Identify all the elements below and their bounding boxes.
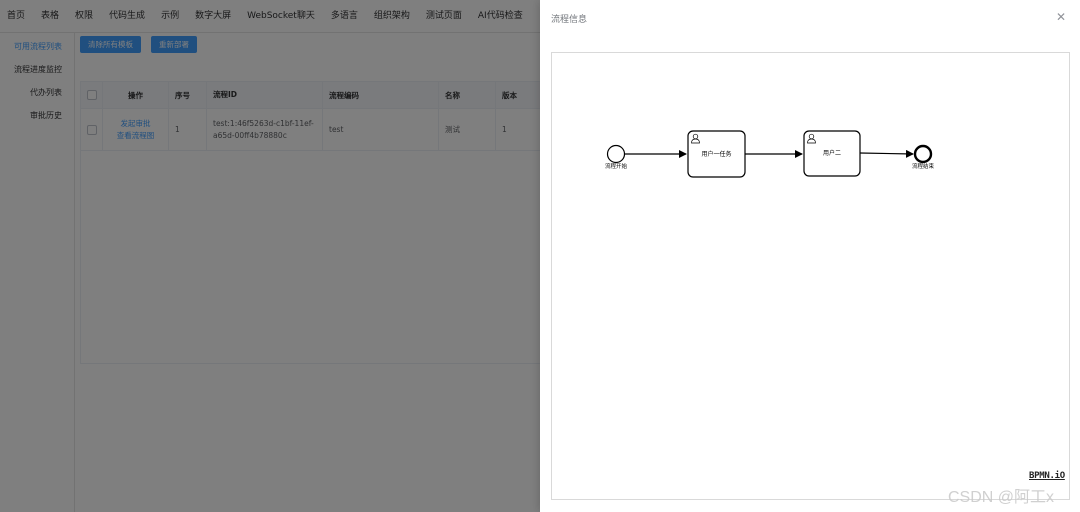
start-event-label: 流程开始 <box>605 162 628 170</box>
drawer-title: 流程信息 <box>551 15 588 25</box>
end-event-label: 流程结束 <box>912 162 935 170</box>
user-task-2-label: 用户二 <box>823 149 841 157</box>
close-icon[interactable]: ✕ <box>1055 11 1067 23</box>
user-task-1-label: 用户一任务 <box>701 150 731 158</box>
bpmn-diagram: 流程开始 用户一任务 用户二 流程结束 <box>605 130 935 178</box>
watermark: CSDN @阿工x <box>948 489 1055 506</box>
bpmn-canvas[interactable]: 流程开始 用户一任务 用户二 流程结束 BPMN.iO <box>551 52 1070 500</box>
sequence-flow-task2-end <box>859 149 914 158</box>
bpmn-io-logo[interactable]: BPMN.iO <box>1029 471 1065 481</box>
end-event <box>913 144 933 164</box>
flow-info-drawer: 流程信息 ✕ 流程开始 用户一任务 用户二 流程结束 BPMN.iO <box>540 0 1080 512</box>
start-event <box>606 144 626 164</box>
